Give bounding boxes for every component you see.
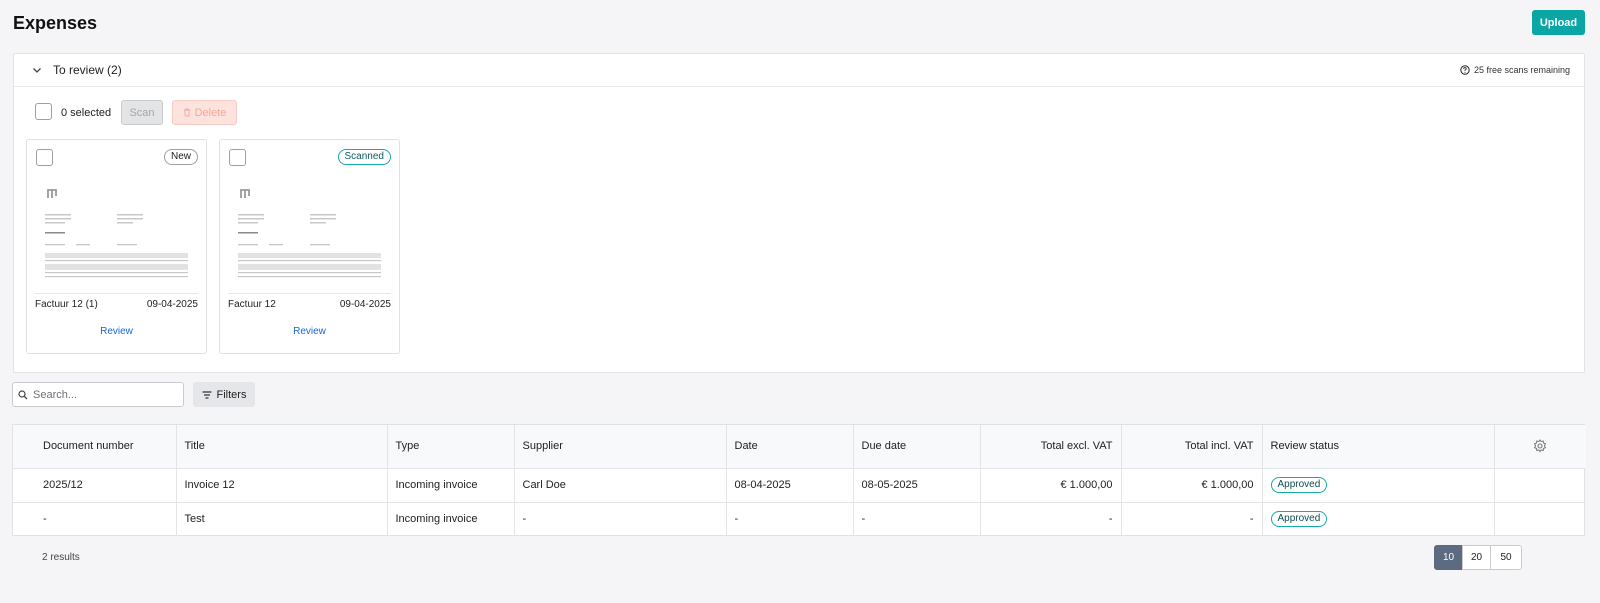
document-name: Factuur 12 (1) — [35, 299, 98, 310]
review-panel: To review (2) 25 free scans remaining 0 … — [13, 53, 1585, 373]
trash-icon — [183, 108, 190, 117]
cell-due-date: 08-05-2025 — [853, 468, 981, 503]
document-date: 09-04-2025 — [339, 299, 391, 310]
status-badge: Approved — [1270, 477, 1328, 493]
gear-icon[interactable] — [1533, 439, 1547, 453]
column-header[interactable]: Total excl. VAT — [980, 425, 1122, 469]
document-card[interactable]: New Factuur 12 (1) 09-04-2025 Review — [26, 139, 207, 354]
delete-label: Delete — [194, 106, 227, 119]
cell-title: Test — [176, 502, 388, 536]
column-settings[interactable] — [1494, 425, 1586, 469]
page-size-option[interactable]: 10 — [1434, 545, 1463, 570]
page-size-option[interactable]: 50 — [1490, 545, 1522, 570]
cell-total-excl-vat: € 1.000,00 — [980, 468, 1122, 503]
cell-empty — [1494, 468, 1586, 503]
column-header[interactable]: Supplier — [514, 425, 727, 469]
cell-review-status: Approved — [1262, 468, 1495, 503]
help-circle-icon — [1460, 65, 1470, 75]
column-header[interactable]: Title — [176, 425, 388, 469]
review-panel-header[interactable]: To review (2) 25 free scans remaining — [14, 54, 1584, 87]
cell-total-excl-vat: - — [980, 502, 1122, 536]
cell-review-status: Approved — [1262, 502, 1495, 536]
page-size-selector: 10 20 50 — [1434, 545, 1522, 570]
page-size-option[interactable]: 20 — [1462, 545, 1491, 570]
column-header[interactable]: Due date — [853, 425, 981, 469]
delete-button[interactable]: Delete — [172, 100, 237, 125]
scan-button[interactable]: Scan — [121, 100, 163, 125]
cell-date: - — [726, 502, 854, 536]
chevron-down-icon[interactable] — [31, 64, 43, 76]
column-header[interactable]: Date — [726, 425, 854, 469]
select-all-checkbox[interactable] — [35, 103, 52, 120]
expenses-table: Document number Title Type Supplier Date… — [12, 424, 1586, 536]
free-scans-info: 25 free scans remaining — [1460, 65, 1570, 75]
column-header[interactable]: Review status — [1262, 425, 1495, 469]
page-title: Expenses — [13, 13, 98, 33]
upload-button[interactable]: Upload — [1532, 10, 1585, 35]
table-header-row: Document number Title Type Supplier Date… — [13, 425, 1586, 469]
search-box[interactable] — [12, 382, 184, 407]
table-row[interactable]: 2025/12 Invoice 12 Incoming invoice Carl… — [13, 468, 1586, 503]
column-header[interactable]: Type — [387, 425, 515, 469]
results-count: 2 results — [42, 552, 80, 563]
cell-due-date: - — [853, 502, 981, 536]
cell-date: 08-04-2025 — [726, 468, 854, 503]
document-card-checkbox[interactable] — [36, 149, 53, 166]
filters-button[interactable]: Filters — [193, 382, 255, 407]
status-badge: Approved — [1270, 511, 1328, 528]
cell-type: Incoming invoice — [387, 468, 515, 503]
status-badge: New — [163, 149, 198, 165]
selected-count: 0 selected — [61, 107, 112, 119]
review-panel-title: To review (2) — [53, 63, 122, 77]
cell-document-number: 2025/12 — [13, 468, 177, 503]
cell-type: Incoming invoice — [387, 502, 515, 536]
status-badge: Scanned — [337, 149, 391, 165]
document-card[interactable]: Scanned Factuur 12 09-04-2025 Review — [219, 139, 400, 354]
cell-supplier: - — [514, 502, 727, 536]
table-row[interactable]: - Test Incoming invoice - - - - - Approv… — [13, 502, 1586, 536]
document-card-checkbox[interactable] — [229, 149, 246, 166]
free-scans-text: 25 free scans remaining — [1473, 65, 1570, 75]
document-date: 09-04-2025 — [146, 299, 198, 310]
search-icon — [18, 390, 28, 400]
document-thumbnail — [45, 189, 188, 278]
column-header[interactable]: Total incl. VAT — [1121, 425, 1263, 469]
document-name: Factuur 12 — [228, 299, 276, 310]
review-link[interactable]: Review — [220, 326, 399, 337]
search-input[interactable] — [33, 386, 178, 403]
filters-label: Filters — [216, 388, 247, 401]
cell-document-number: - — [13, 502, 177, 536]
document-card-footer: Factuur 12 09-04-2025 — [228, 293, 391, 310]
filter-icon — [202, 390, 212, 399]
document-card-footer: Factuur 12 (1) 09-04-2025 — [35, 293, 198, 310]
review-link[interactable]: Review — [27, 326, 206, 337]
document-thumbnail — [238, 189, 381, 278]
cell-total-incl-vat: - — [1121, 502, 1263, 536]
cell-title: Invoice 12 — [176, 468, 388, 503]
cell-empty — [1494, 502, 1586, 536]
column-header[interactable]: Document number — [13, 425, 177, 469]
cell-total-incl-vat: € 1.000,00 — [1121, 468, 1263, 503]
cell-supplier: Carl Doe — [514, 468, 727, 503]
